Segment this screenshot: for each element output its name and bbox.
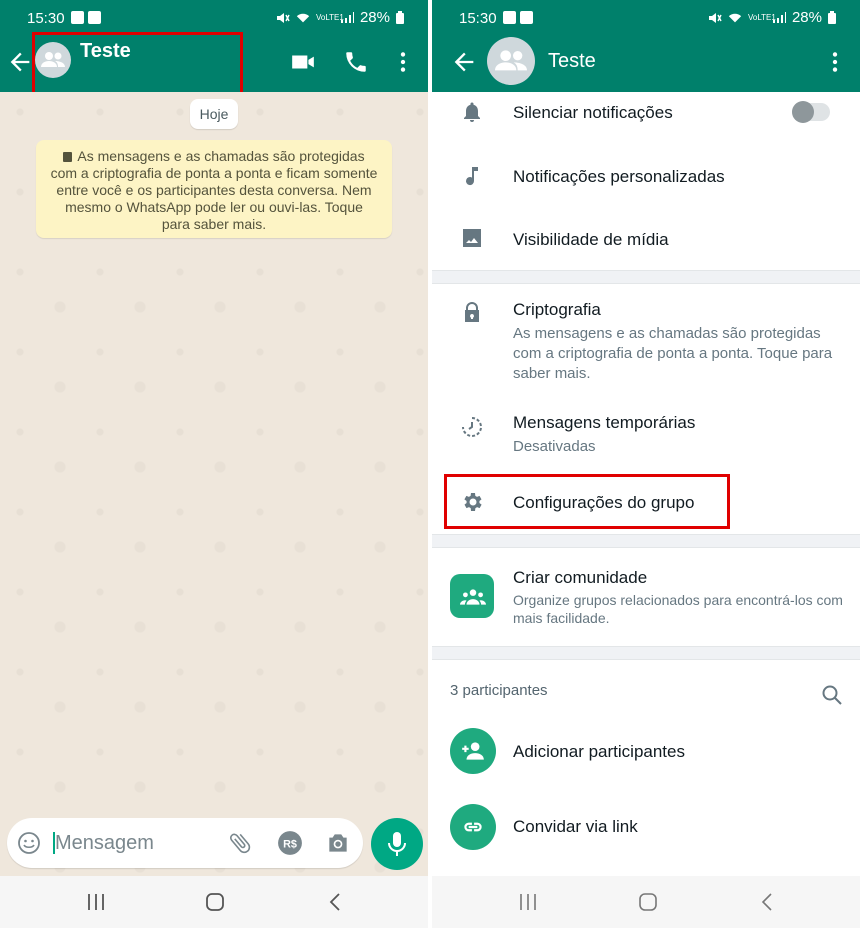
message-input-bar: R$	[7, 818, 363, 868]
row-title: Convidar via link	[513, 817, 638, 836]
row-disappearing-messages[interactable]: Mensagens temporárias Desativadas	[432, 405, 860, 465]
highlight-header-box	[32, 32, 243, 96]
row-invite-link[interactable]: Convidar via link	[432, 795, 860, 859]
group-info-header: Teste	[432, 36, 860, 92]
encryption-notice[interactable]: As mensagens e as chamadas são protegida…	[36, 140, 392, 238]
link-icon	[464, 822, 482, 832]
mute-toggle[interactable]	[792, 101, 830, 123]
signal-icon	[772, 11, 786, 23]
lock-icon	[63, 152, 73, 162]
group-icon	[495, 50, 527, 71]
camera-notif-icon	[88, 11, 101, 24]
encryption-notice-text: As mensagens e as chamadas são protegida…	[50, 148, 378, 232]
mute-icon	[276, 12, 290, 23]
wifi-icon	[728, 13, 742, 22]
invite-link-icon-bg	[450, 804, 496, 850]
row-subtitle: As mensagens e as chamadas são protegida…	[513, 325, 833, 382]
community-icon	[460, 589, 486, 605]
music-note-icon	[466, 167, 478, 186]
row-custom-notifications[interactable]: Notificações personalizadas	[432, 150, 860, 204]
gallery-icon	[71, 11, 84, 24]
battery-percent: 28%	[791, 9, 822, 26]
battery-percent: 28%	[359, 9, 390, 26]
image-icon	[463, 229, 481, 247]
home-icon[interactable]	[636, 890, 660, 914]
home-icon[interactable]	[203, 890, 227, 914]
gallery-icon	[503, 11, 516, 24]
recent-apps-icon[interactable]	[84, 890, 108, 914]
microphone-icon	[388, 832, 406, 856]
status-notification-icons	[503, 11, 533, 24]
group-title: Teste	[548, 50, 596, 72]
status-notification-icons	[71, 11, 101, 24]
nav-back-icon[interactable]	[756, 890, 780, 914]
section-separator	[432, 270, 860, 284]
signal-icon	[340, 11, 354, 23]
status-time: 15:30	[459, 10, 497, 27]
row-create-community[interactable]: Criar comunidade Organize grupos relacio…	[432, 556, 860, 642]
voice-message-button[interactable]	[371, 818, 423, 870]
status-bar: 15:30 VoLTE1 28%	[0, 0, 428, 36]
add-person-icon	[462, 742, 484, 760]
status-bar: 15:30 VoLTE1 28%	[432, 0, 860, 36]
timer-icon	[462, 417, 482, 437]
attach-icon[interactable]	[227, 830, 253, 856]
row-title: Adicionar participantes	[513, 742, 685, 761]
message-input[interactable]	[55, 829, 215, 857]
row-title: Visibilidade de mídia	[513, 230, 669, 249]
add-participant-icon-bg	[450, 728, 496, 774]
emoji-icon[interactable]	[17, 831, 41, 855]
system-nav-bar	[0, 876, 428, 928]
mute-icon	[708, 12, 722, 23]
section-separator	[432, 646, 860, 660]
row-subtitle: Organize grupos relacionados para encont…	[513, 592, 843, 626]
lock-icon	[465, 302, 479, 322]
camera-notif-icon	[520, 11, 533, 24]
status-right: VoLTE1 28%	[276, 9, 404, 26]
group-avatar[interactable]	[487, 37, 535, 85]
row-title: Criar comunidade	[513, 568, 648, 587]
volte-label: VoLTE1	[315, 12, 344, 22]
row-media-visibility[interactable]: Visibilidade de mídia	[432, 212, 860, 266]
row-title: Notificações personalizadas	[513, 167, 725, 186]
highlight-group-settings-box	[444, 474, 730, 529]
chat-screen: 15:30 VoLTE1 28% Teste Hoje As mensagens…	[0, 0, 428, 928]
camera-icon[interactable]	[325, 830, 351, 856]
row-title: Mensagens temporárias	[513, 413, 696, 432]
nav-back-icon[interactable]	[324, 890, 348, 914]
svg-text:R$: R$	[283, 838, 297, 850]
battery-icon	[396, 11, 404, 24]
back-arrow-icon[interactable]	[6, 48, 34, 76]
section-separator	[432, 534, 860, 548]
back-arrow-icon[interactable]	[450, 48, 478, 76]
participants-count: 3 participantes	[450, 682, 548, 699]
wifi-icon	[296, 13, 310, 22]
status-right: VoLTE1 28%	[708, 9, 836, 26]
row-add-participants[interactable]: Adicionar participantes	[432, 720, 860, 784]
volte-label: VoLTE1	[747, 12, 776, 22]
bell-icon	[464, 102, 480, 122]
battery-icon	[828, 11, 836, 24]
video-call-icon[interactable]	[290, 49, 316, 75]
search-icon[interactable]	[820, 683, 844, 707]
voice-call-icon[interactable]	[343, 49, 369, 75]
toggle-knob	[792, 101, 814, 123]
row-encryption[interactable]: Criptografia As mensagens e as chamadas …	[432, 290, 860, 390]
system-nav-bar	[432, 876, 860, 928]
community-icon-bg	[450, 574, 494, 618]
more-options-icon[interactable]	[822, 49, 848, 75]
payment-icon[interactable]: R$	[277, 830, 303, 856]
row-title: Criptografia	[513, 300, 601, 319]
date-chip: Hoje	[190, 99, 238, 129]
status-time: 15:30	[27, 10, 65, 27]
recent-apps-icon[interactable]	[516, 890, 540, 914]
row-subtitle: Desativadas	[513, 438, 596, 455]
more-options-icon[interactable]	[390, 49, 416, 75]
group-info-screen: 15:30 VoLTE1 28% Teste Silenciar notific…	[432, 0, 860, 928]
row-title: Silenciar notificações	[513, 103, 673, 122]
